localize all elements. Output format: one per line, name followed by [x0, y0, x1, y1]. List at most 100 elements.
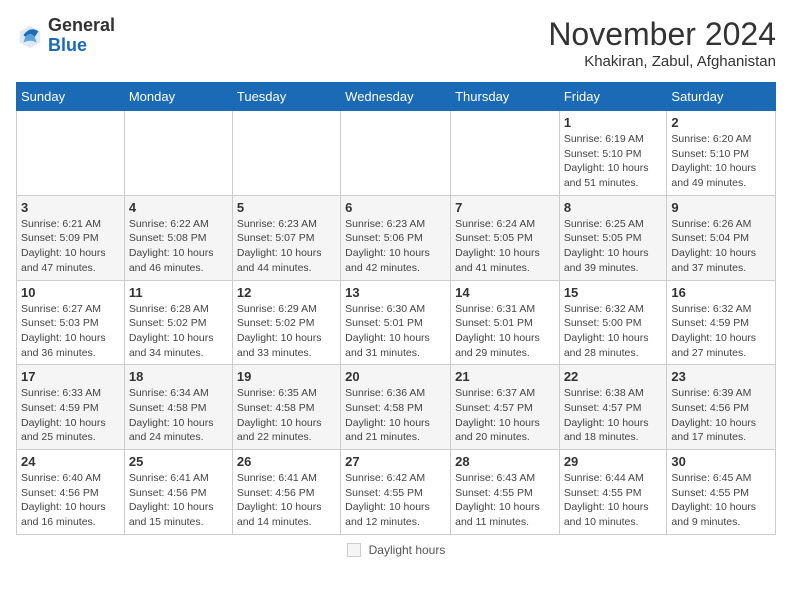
day-info: Sunrise: 6:25 AM Sunset: 5:05 PM Dayligh…: [564, 217, 663, 276]
calendar-week-3: 10 Sunrise: 6:27 AM Sunset: 5:03 PM Dayli…: [17, 280, 776, 365]
day-number: 3: [21, 200, 120, 215]
calendar-cell: 3 Sunrise: 6:21 AM Sunset: 5:09 PM Daylig…: [17, 195, 125, 280]
day-number: 8: [564, 200, 663, 215]
day-number: 23: [671, 369, 771, 384]
day-info: Sunrise: 6:41 AM Sunset: 4:56 PM Dayligh…: [129, 471, 228, 530]
day-number: 7: [455, 200, 555, 215]
calendar-cell: 5 Sunrise: 6:23 AM Sunset: 5:07 PM Daylig…: [232, 195, 340, 280]
day-number: 6: [345, 200, 446, 215]
day-info: Sunrise: 6:45 AM Sunset: 4:55 PM Dayligh…: [671, 471, 771, 530]
day-number: 19: [237, 369, 336, 384]
day-info: Sunrise: 6:23 AM Sunset: 5:06 PM Dayligh…: [345, 217, 446, 276]
day-number: 1: [564, 115, 663, 130]
day-number: 14: [455, 285, 555, 300]
day-number: 24: [21, 454, 120, 469]
calendar-week-4: 17 Sunrise: 6:33 AM Sunset: 4:59 PM Dayli…: [17, 365, 776, 450]
day-info: Sunrise: 6:23 AM Sunset: 5:07 PM Dayligh…: [237, 217, 336, 276]
day-info: Sunrise: 6:43 AM Sunset: 4:55 PM Dayligh…: [455, 471, 555, 530]
day-number: 27: [345, 454, 446, 469]
footer: Daylight hours: [16, 543, 776, 557]
day-info: Sunrise: 6:20 AM Sunset: 5:10 PM Dayligh…: [671, 132, 771, 191]
calendar-cell: 21 Sunrise: 6:37 AM Sunset: 4:57 PM Dayli…: [451, 365, 560, 450]
calendar-cell: 2Sunrise: 6:20 AM Sunset: 5:10 PM Daylig…: [667, 111, 776, 196]
day-info: Sunrise: 6:33 AM Sunset: 4:59 PM Dayligh…: [21, 386, 120, 445]
calendar-week-1: 1Sunrise: 6:19 AM Sunset: 5:10 PM Daylig…: [17, 111, 776, 196]
calendar-cell: [124, 111, 232, 196]
day-info: Sunrise: 6:32 AM Sunset: 5:00 PM Dayligh…: [564, 302, 663, 361]
day-info: Sunrise: 6:21 AM Sunset: 5:09 PM Dayligh…: [21, 217, 120, 276]
day-number: 17: [21, 369, 120, 384]
day-number: 22: [564, 369, 663, 384]
col-header-monday: Monday: [124, 83, 232, 111]
calendar-cell: 30 Sunrise: 6:45 AM Sunset: 4:55 PM Dayli…: [667, 450, 776, 535]
day-info: Sunrise: 6:26 AM Sunset: 5:04 PM Dayligh…: [671, 217, 771, 276]
day-number: 9: [671, 200, 771, 215]
calendar-cell: 18Sunrise: 6:34 AM Sunset: 4:58 PM Dayli…: [124, 365, 232, 450]
location: Khakiran, Zabul, Afghanistan: [548, 53, 776, 70]
day-number: 11: [129, 285, 228, 300]
calendar-week-2: 3 Sunrise: 6:21 AM Sunset: 5:09 PM Daylig…: [17, 195, 776, 280]
calendar-cell: 26 Sunrise: 6:41 AM Sunset: 4:56 PM Dayli…: [232, 450, 340, 535]
day-info: Sunrise: 6:41 AM Sunset: 4:56 PM Dayligh…: [237, 471, 336, 530]
day-info: Sunrise: 6:34 AM Sunset: 4:58 PM Dayligh…: [129, 386, 228, 445]
calendar-table: SundayMondayTuesdayWednesdayThursdayFrid…: [16, 82, 776, 535]
logo-icon: [16, 22, 44, 50]
calendar-cell: 16Sunrise: 6:32 AM Sunset: 4:59 PM Dayli…: [667, 280, 776, 365]
day-number: 16: [671, 285, 771, 300]
calendar-cell: 9 Sunrise: 6:26 AM Sunset: 5:04 PM Daylig…: [667, 195, 776, 280]
day-number: 5: [237, 200, 336, 215]
day-number: 12: [237, 285, 336, 300]
day-info: Sunrise: 6:27 AM Sunset: 5:03 PM Dayligh…: [21, 302, 120, 361]
day-number: 30: [671, 454, 771, 469]
calendar-cell: [341, 111, 451, 196]
calendar-week-5: 24 Sunrise: 6:40 AM Sunset: 4:56 PM Dayli…: [17, 450, 776, 535]
col-header-sunday: Sunday: [17, 83, 125, 111]
col-header-saturday: Saturday: [667, 83, 776, 111]
calendar-header: SundayMondayTuesdayWednesdayThursdayFrid…: [17, 83, 776, 111]
col-header-friday: Friday: [559, 83, 667, 111]
calendar-cell: 10 Sunrise: 6:27 AM Sunset: 5:03 PM Dayli…: [17, 280, 125, 365]
day-number: 26: [237, 454, 336, 469]
calendar-cell: 28 Sunrise: 6:43 AM Sunset: 4:55 PM Dayli…: [451, 450, 560, 535]
day-info: Sunrise: 6:40 AM Sunset: 4:56 PM Dayligh…: [21, 471, 120, 530]
logo-blue: Blue: [48, 35, 87, 55]
day-info: Sunrise: 6:44 AM Sunset: 4:55 PM Dayligh…: [564, 471, 663, 530]
calendar-cell: 20 Sunrise: 6:36 AM Sunset: 4:58 PM Dayli…: [341, 365, 451, 450]
day-number: 4: [129, 200, 228, 215]
calendar-cell: 6 Sunrise: 6:23 AM Sunset: 5:06 PM Daylig…: [341, 195, 451, 280]
day-number: 28: [455, 454, 555, 469]
calendar-cell: [17, 111, 125, 196]
daylight-box-icon: [347, 543, 361, 557]
calendar-cell: 11 Sunrise: 6:28 AM Sunset: 5:02 PM Dayli…: [124, 280, 232, 365]
calendar-cell: 7 Sunrise: 6:24 AM Sunset: 5:05 PM Daylig…: [451, 195, 560, 280]
col-header-thursday: Thursday: [451, 83, 560, 111]
calendar-cell: [232, 111, 340, 196]
calendar-cell: 19Sunrise: 6:35 AM Sunset: 4:58 PM Dayli…: [232, 365, 340, 450]
day-number: 20: [345, 369, 446, 384]
month-title: November 2024: [548, 16, 776, 53]
calendar-cell: 23 Sunrise: 6:39 AM Sunset: 4:56 PM Dayli…: [667, 365, 776, 450]
day-info: Sunrise: 6:39 AM Sunset: 4:56 PM Dayligh…: [671, 386, 771, 445]
calendar-cell: 4Sunrise: 6:22 AM Sunset: 5:08 PM Daylig…: [124, 195, 232, 280]
day-info: Sunrise: 6:29 AM Sunset: 5:02 PM Dayligh…: [237, 302, 336, 361]
calendar-cell: 8 Sunrise: 6:25 AM Sunset: 5:05 PM Daylig…: [559, 195, 667, 280]
calendar-cell: 12 Sunrise: 6:29 AM Sunset: 5:02 PM Dayli…: [232, 280, 340, 365]
calendar-cell: 25Sunrise: 6:41 AM Sunset: 4:56 PM Dayli…: [124, 450, 232, 535]
daylight-label: Daylight hours: [369, 543, 446, 557]
day-number: 13: [345, 285, 446, 300]
title-area: November 2024 Khakiran, Zabul, Afghanist…: [548, 16, 776, 70]
calendar-cell: 1Sunrise: 6:19 AM Sunset: 5:10 PM Daylig…: [559, 111, 667, 196]
day-number: 10: [21, 285, 120, 300]
header: General Blue November 2024 Khakiran, Zab…: [16, 16, 776, 70]
day-info: Sunrise: 6:28 AM Sunset: 5:02 PM Dayligh…: [129, 302, 228, 361]
day-info: Sunrise: 6:38 AM Sunset: 4:57 PM Dayligh…: [564, 386, 663, 445]
col-header-wednesday: Wednesday: [341, 83, 451, 111]
calendar-cell: [451, 111, 560, 196]
day-info: Sunrise: 6:37 AM Sunset: 4:57 PM Dayligh…: [455, 386, 555, 445]
calendar-cell: 17 Sunrise: 6:33 AM Sunset: 4:59 PM Dayli…: [17, 365, 125, 450]
day-info: Sunrise: 6:24 AM Sunset: 5:05 PM Dayligh…: [455, 217, 555, 276]
day-number: 21: [455, 369, 555, 384]
calendar-cell: 15Sunrise: 6:32 AM Sunset: 5:00 PM Dayli…: [559, 280, 667, 365]
day-info: Sunrise: 6:42 AM Sunset: 4:55 PM Dayligh…: [345, 471, 446, 530]
day-info: Sunrise: 6:36 AM Sunset: 4:58 PM Dayligh…: [345, 386, 446, 445]
